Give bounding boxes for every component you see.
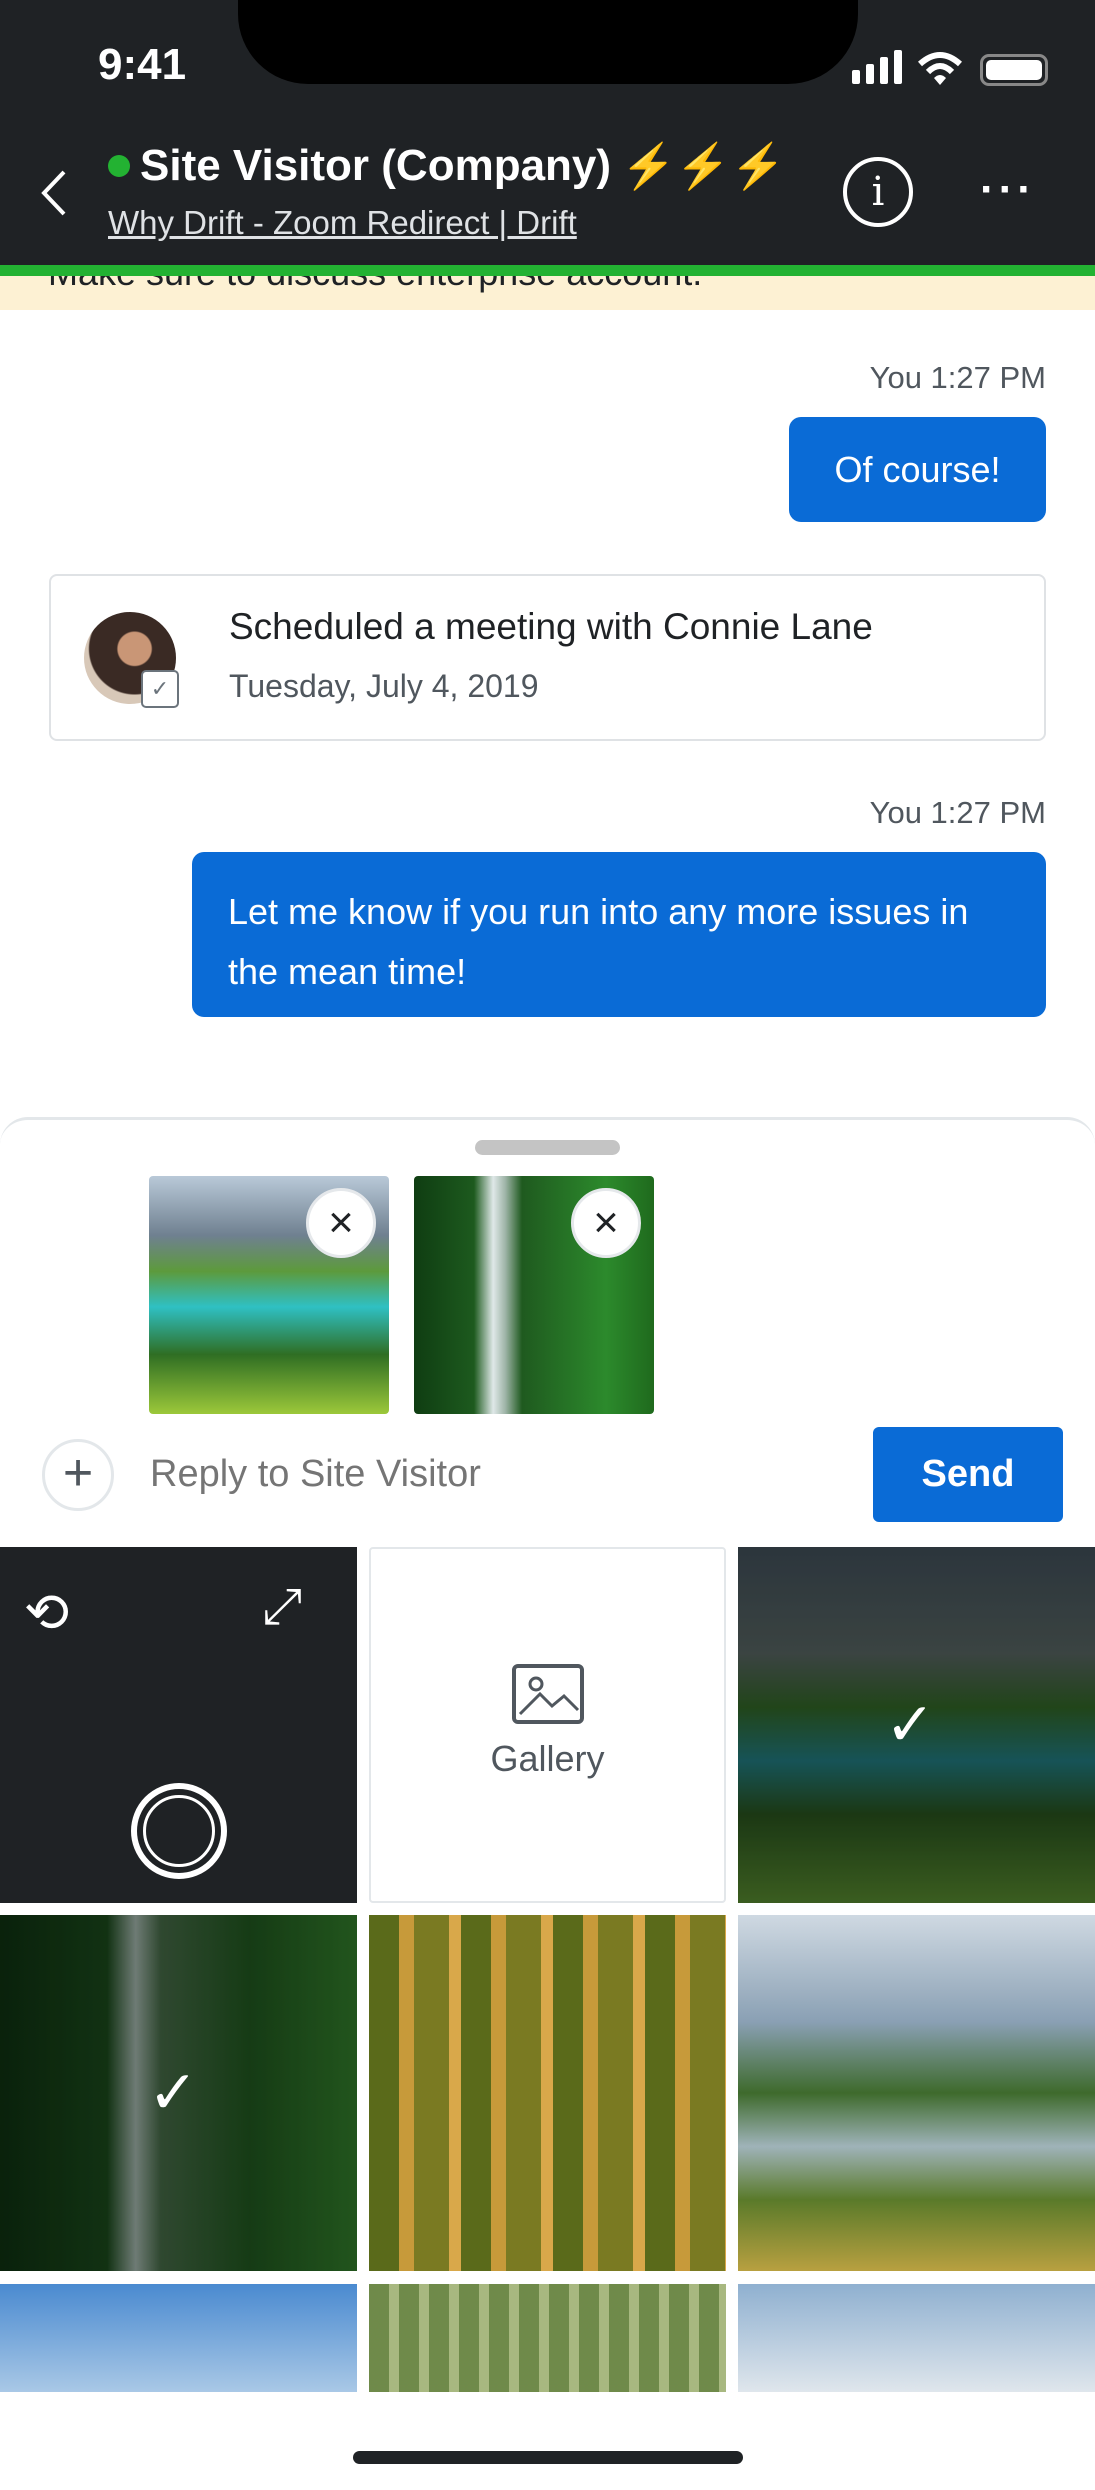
remove-attachment-icon[interactable]: × [571, 1188, 641, 1258]
message-meta: You 1:27 PM [869, 795, 1046, 830]
battery-icon [980, 54, 1048, 86]
send-button[interactable]: Send [873, 1427, 1063, 1522]
status-time: 9:41 [98, 40, 187, 89]
gallery-tile[interactable]: Gallery [369, 1547, 726, 1903]
meeting-date: Tuesday, July 4, 2019 [229, 668, 539, 704]
home-indicator[interactable] [353, 2451, 743, 2464]
note-text: Make sure to discuss enterprise account. [48, 276, 702, 294]
page-link[interactable]: Why Drift - Zoom Redirect | Drift [108, 204, 577, 242]
message-meta: You 1:27 PM [869, 360, 1046, 395]
calendar-check-icon: ✓ [141, 670, 179, 708]
more-options-icon[interactable]: ··· [980, 165, 1036, 215]
selected-check-icon: ✓ [885, 1691, 936, 1758]
add-attachment-icon[interactable]: + [42, 1439, 114, 1511]
switch-camera-icon[interactable]: ⟲ [24, 1581, 69, 1644]
message-bubble: Let me know if you run into any more iss… [192, 852, 1046, 1017]
message-bubble: Of course! [789, 417, 1046, 522]
photo-tile[interactable] [369, 2284, 726, 2392]
shutter-button[interactable] [131, 1783, 227, 1879]
online-status-dot [108, 155, 130, 177]
conversation-title[interactable]: Site Visitor (Company) ⚡⚡⚡ [108, 140, 785, 192]
note-banner: Make sure to discuss enterprise account. [0, 276, 1095, 310]
photo-tile[interactable] [738, 2284, 1095, 2392]
selected-check-icon: ✓ [148, 2059, 199, 2126]
camera-tile[interactable]: ⟲ ⤢ [0, 1547, 357, 1903]
visitor-name: Site Visitor (Company) [140, 141, 612, 190]
reply-input[interactable] [150, 1444, 850, 1504]
photo-tile[interactable] [738, 1915, 1095, 2271]
notch [238, 0, 858, 84]
meeting-title: Scheduled a meeting with Connie Lane [229, 606, 873, 647]
lightning-emoji: ⚡⚡⚡ [621, 142, 786, 191]
image-icon [511, 1664, 584, 1724]
info-icon[interactable]: i [843, 157, 913, 227]
back-icon[interactable] [38, 168, 68, 218]
remove-attachment-icon[interactable]: × [306, 1188, 376, 1258]
wifi-icon [918, 52, 962, 85]
photo-tile[interactable] [369, 1915, 726, 2271]
expand-icon[interactable]: ⤢ [262, 1577, 302, 1636]
drag-handle[interactable] [475, 1140, 620, 1155]
signal-icon [852, 50, 902, 84]
meeting-card[interactable]: ✓ Scheduled a meeting with Connie Lane T… [49, 574, 1046, 741]
photo-tile[interactable] [0, 2284, 357, 2392]
gallery-label: Gallery [490, 1738, 605, 1779]
status-line [0, 265, 1095, 276]
home-area [0, 2392, 1095, 2490]
